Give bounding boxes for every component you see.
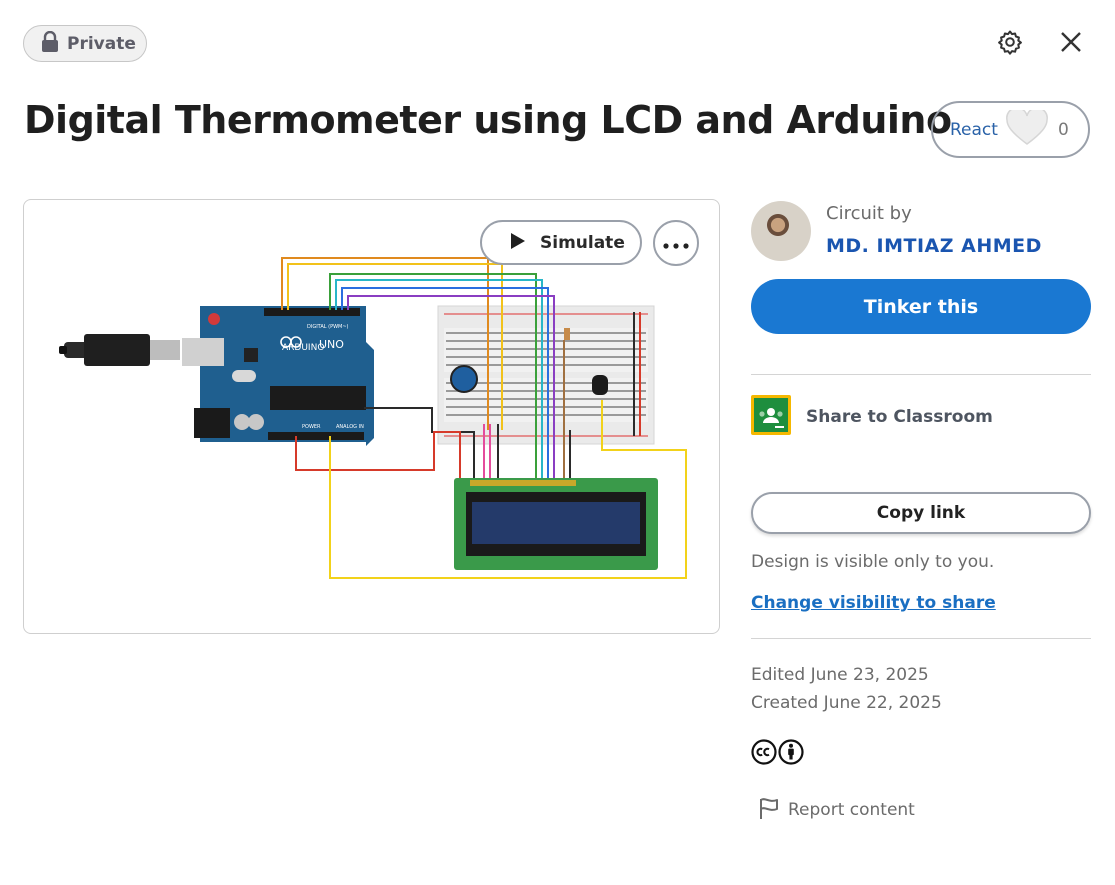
page-title: Digital Thermometer using LCD and Arduin… (24, 98, 952, 142)
report-content-link[interactable]: Report content (758, 796, 915, 824)
created-date: Created June 22, 2025 (751, 693, 942, 713)
copy-link-button[interactable]: Copy link (751, 492, 1091, 534)
react-button[interactable]: React 0 (931, 101, 1090, 158)
settings-button[interactable] (994, 28, 1026, 60)
design-dates: Edited June 23, 2025 Created June 22, 20… (751, 661, 942, 717)
author-name-link[interactable]: MD. IMTIAZ AHMED (826, 235, 1042, 257)
attribution-icon (778, 739, 804, 769)
simulate-button[interactable]: Simulate (480, 220, 642, 265)
react-label: React (950, 119, 998, 140)
simulate-label: Simulate (540, 232, 625, 253)
divider (751, 638, 1091, 639)
react-count: 0 (1057, 119, 1069, 140)
play-icon (510, 232, 526, 254)
visibility-note: Design is visible only to you. (751, 552, 995, 572)
uno-label: UNO (319, 338, 344, 351)
lcd-display (454, 478, 658, 570)
close-button[interactable] (1055, 28, 1087, 60)
circuit-by-label: Circuit by (826, 203, 912, 224)
analog-label: ANALOG IN (336, 424, 364, 430)
circuit-diagram: ARDUINO UNO DIGITAL (PWM~) POWER ANALOG … (59, 257, 687, 579)
lock-icon (41, 30, 59, 56)
gear-icon (997, 29, 1023, 59)
tinker-label: Tinker this (863, 295, 979, 318)
more-options-button[interactable] (653, 220, 699, 266)
share-label: Share to Classroom (806, 407, 993, 427)
privacy-label: Private (67, 33, 136, 54)
digital-label: DIGITAL (PWM~) (307, 324, 349, 330)
flag-icon (758, 796, 780, 824)
copy-link-label: Copy link (876, 503, 966, 523)
privacy-badge[interactable]: Private (23, 25, 147, 62)
tinker-this-button[interactable]: Tinker this (751, 279, 1091, 334)
change-visibility-link[interactable]: Change visibility to share (751, 593, 996, 613)
close-icon (1060, 31, 1082, 57)
google-classroom-icon (751, 395, 791, 439)
power-label: POWER (302, 424, 321, 430)
usb-cable (59, 334, 180, 366)
heart-icon (1006, 106, 1048, 150)
creative-commons-icon (751, 739, 777, 769)
arduino-board: ARDUINO UNO DIGITAL (PWM~) POWER ANALOG … (182, 306, 374, 446)
license-badges[interactable] (751, 739, 804, 769)
divider (751, 374, 1091, 375)
author-avatar[interactable] (751, 201, 811, 261)
edited-date: Edited June 23, 2025 (751, 665, 929, 685)
share-to-classroom-button[interactable]: Share to Classroom (751, 395, 993, 439)
more-icon (663, 234, 689, 253)
breadboard (437, 305, 655, 445)
report-label: Report content (788, 800, 915, 820)
